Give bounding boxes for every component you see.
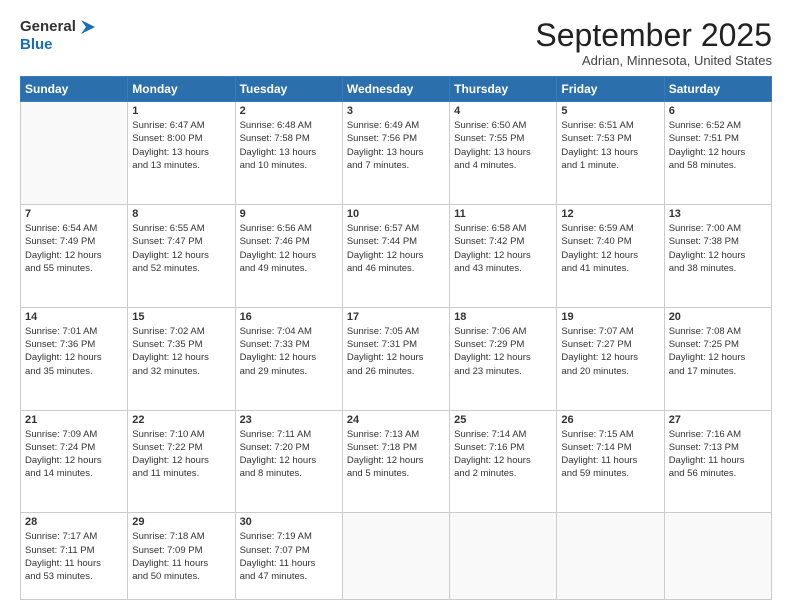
col-monday: Monday: [128, 77, 235, 102]
table-row: 1Sunrise: 6:47 AMSunset: 8:00 PMDaylight…: [128, 102, 235, 205]
table-row: 16Sunrise: 7:04 AMSunset: 7:33 PMDayligh…: [235, 307, 342, 410]
table-row: 17Sunrise: 7:05 AMSunset: 7:31 PMDayligh…: [342, 307, 449, 410]
table-row: [664, 513, 771, 600]
col-thursday: Thursday: [450, 77, 557, 102]
table-row: [450, 513, 557, 600]
table-row: 29Sunrise: 7:18 AMSunset: 7:09 PMDayligh…: [128, 513, 235, 600]
table-row: 10Sunrise: 6:57 AMSunset: 7:44 PMDayligh…: [342, 204, 449, 307]
table-row: 11Sunrise: 6:58 AMSunset: 7:42 PMDayligh…: [450, 204, 557, 307]
table-row: 26Sunrise: 7:15 AMSunset: 7:14 PMDayligh…: [557, 410, 664, 513]
table-row: 30Sunrise: 7:19 AMSunset: 7:07 PMDayligh…: [235, 513, 342, 600]
table-row: 4Sunrise: 6:50 AMSunset: 7:55 PMDaylight…: [450, 102, 557, 205]
table-row: [557, 513, 664, 600]
table-row: 5Sunrise: 6:51 AMSunset: 7:53 PMDaylight…: [557, 102, 664, 205]
calendar-table: Sunday Monday Tuesday Wednesday Thursday…: [20, 76, 772, 600]
month-title: September 2025: [535, 18, 772, 53]
col-friday: Friday: [557, 77, 664, 102]
calendar-header-row: Sunday Monday Tuesday Wednesday Thursday…: [21, 77, 772, 102]
table-row: 24Sunrise: 7:13 AMSunset: 7:18 PMDayligh…: [342, 410, 449, 513]
table-row: [342, 513, 449, 600]
table-row: 6Sunrise: 6:52 AMSunset: 7:51 PMDaylight…: [664, 102, 771, 205]
table-row: 19Sunrise: 7:07 AMSunset: 7:27 PMDayligh…: [557, 307, 664, 410]
table-row: 21Sunrise: 7:09 AMSunset: 7:24 PMDayligh…: [21, 410, 128, 513]
table-row: 27Sunrise: 7:16 AMSunset: 7:13 PMDayligh…: [664, 410, 771, 513]
table-row: 25Sunrise: 7:14 AMSunset: 7:16 PMDayligh…: [450, 410, 557, 513]
table-row: 7Sunrise: 6:54 AMSunset: 7:49 PMDaylight…: [21, 204, 128, 307]
logo-text: General Blue: [20, 18, 95, 54]
table-row: 15Sunrise: 7:02 AMSunset: 7:35 PMDayligh…: [128, 307, 235, 410]
title-block: September 2025 Adrian, Minnesota, United…: [535, 18, 772, 68]
col-saturday: Saturday: [664, 77, 771, 102]
table-row: 18Sunrise: 7:06 AMSunset: 7:29 PMDayligh…: [450, 307, 557, 410]
table-row: 14Sunrise: 7:01 AMSunset: 7:36 PMDayligh…: [21, 307, 128, 410]
table-row: 23Sunrise: 7:11 AMSunset: 7:20 PMDayligh…: [235, 410, 342, 513]
col-tuesday: Tuesday: [235, 77, 342, 102]
table-row: 3Sunrise: 6:49 AMSunset: 7:56 PMDaylight…: [342, 102, 449, 205]
logo-arrow-icon: [77, 18, 95, 36]
table-row: 9Sunrise: 6:56 AMSunset: 7:46 PMDaylight…: [235, 204, 342, 307]
header: General Blue September 2025 Adrian, Minn…: [20, 18, 772, 68]
table-row: 20Sunrise: 7:08 AMSunset: 7:25 PMDayligh…: [664, 307, 771, 410]
table-row: 2Sunrise: 6:48 AMSunset: 7:58 PMDaylight…: [235, 102, 342, 205]
table-row: 8Sunrise: 6:55 AMSunset: 7:47 PMDaylight…: [128, 204, 235, 307]
logo: General Blue: [20, 18, 95, 54]
col-wednesday: Wednesday: [342, 77, 449, 102]
table-row: [21, 102, 128, 205]
col-sunday: Sunday: [21, 77, 128, 102]
table-row: 28Sunrise: 7:17 AMSunset: 7:11 PMDayligh…: [21, 513, 128, 600]
page: General Blue September 2025 Adrian, Minn…: [0, 0, 792, 612]
table-row: 13Sunrise: 7:00 AMSunset: 7:38 PMDayligh…: [664, 204, 771, 307]
table-row: 12Sunrise: 6:59 AMSunset: 7:40 PMDayligh…: [557, 204, 664, 307]
location-subtitle: Adrian, Minnesota, United States: [535, 53, 772, 68]
table-row: 22Sunrise: 7:10 AMSunset: 7:22 PMDayligh…: [128, 410, 235, 513]
